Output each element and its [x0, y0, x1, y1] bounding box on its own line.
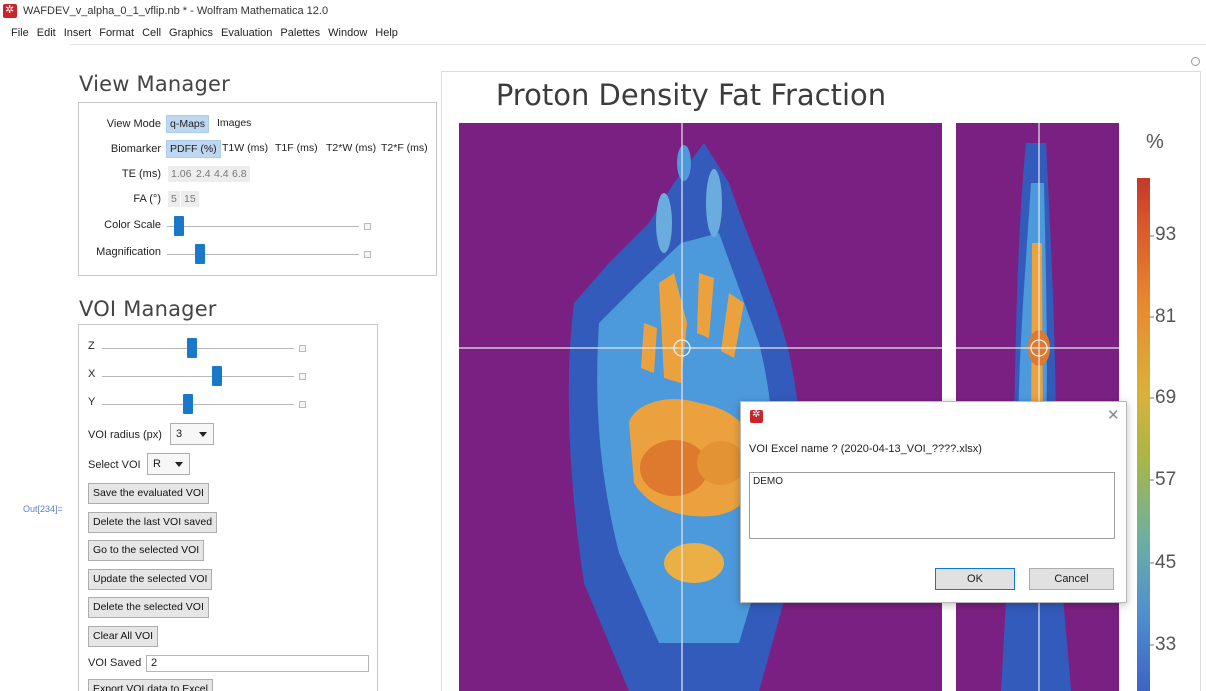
plot-title: Proton Density Fat Fraction — [495, 78, 887, 112]
output-cell-label: Out[234]= — [23, 504, 63, 514]
expand-icon[interactable] — [364, 223, 371, 230]
colorbar-tick-label: 57 — [1155, 469, 1177, 490]
color-scale-label: Color Scale — [104, 219, 161, 231]
biomarker-t1w-button[interactable]: T1W (ms) — [219, 140, 271, 156]
mathematica-app-icon — [3, 3, 17, 18]
update-voi-button[interactable]: Update the selected VOI — [88, 569, 213, 590]
chevron-down-icon — [199, 432, 207, 437]
colorbar-tick-label: 45 — [1155, 552, 1177, 573]
colorbar-tick-label: 93 — [1155, 224, 1177, 245]
color-scale-slider[interactable] — [167, 226, 359, 227]
voi-manager-heading: VOI Manager — [79, 297, 217, 321]
te-option[interactable]: 1.06 — [168, 166, 195, 182]
dialog-prompt: VOI Excel name ? (2020-04-13_VOI_????.xl… — [749, 443, 982, 455]
fa-option[interactable]: 5 — [168, 191, 180, 207]
voi-radius-dropdown[interactable]: 3 — [170, 423, 214, 445]
divider — [70, 44, 1206, 45]
select-voi-label: Select VOI — [88, 459, 141, 471]
view-mode-label: View Mode — [106, 118, 161, 130]
mathematica-app-icon — [750, 409, 763, 423]
cancel-button[interactable]: Cancel — [1029, 568, 1114, 590]
colorbar-tick-label: 33 — [1155, 634, 1177, 655]
select-voi-dropdown[interactable]: R — [147, 453, 190, 475]
menu-palettes[interactable]: Palettes — [280, 27, 320, 39]
z-label: Z — [88, 340, 95, 352]
colorbar — [1137, 178, 1154, 691]
view-manager-heading: View Manager — [79, 72, 230, 96]
y-slider-thumb[interactable] — [183, 394, 194, 414]
colorbar-unit-label: % — [1146, 131, 1164, 153]
excel-name-input[interactable]: DEMO — [749, 472, 1115, 539]
voi-saved-label: VOI Saved — [88, 657, 142, 669]
voi-radius-value: 3 — [176, 428, 183, 440]
magnification-label: Magnification — [96, 246, 161, 258]
menu-help[interactable]: Help — [375, 27, 398, 39]
x-slider[interactable] — [102, 376, 294, 377]
chevron-down-icon — [175, 462, 183, 467]
colorbar-tick-label: 69 — [1155, 387, 1177, 408]
y-label: Y — [88, 396, 96, 408]
expand-icon[interactable] — [299, 401, 306, 408]
title-bar: WAFDEV_v_alpha_0_1_vflip.nb * - Wolfram … — [0, 0, 1206, 21]
menu-bar: File Edit Insert Format Cell Graphics Ev… — [0, 23, 406, 43]
biomarker-t2f-button[interactable]: T2*F (ms) — [378, 140, 431, 156]
menu-format[interactable]: Format — [99, 27, 134, 39]
delete-last-voi-button[interactable]: Delete the last VOI saved — [88, 512, 218, 533]
menu-cell[interactable]: Cell — [142, 27, 161, 39]
voi-excel-name-dialog: ✕ VOI Excel name ? (2020-04-13_VOI_????.… — [740, 401, 1127, 603]
te-label: TE (ms) — [121, 168, 161, 180]
window-title: WAFDEV_v_alpha_0_1_vflip.nb * - Wolfram … — [23, 4, 329, 17]
close-icon[interactable]: ✕ — [1107, 406, 1120, 424]
biomarker-t1f-button[interactable]: T1F (ms) — [272, 140, 321, 156]
menu-window[interactable]: Window — [328, 27, 367, 39]
fa-label: FA (°) — [133, 193, 161, 205]
delete-selected-voi-button[interactable]: Delete the selected VOI — [88, 597, 209, 618]
z-slider[interactable] — [102, 348, 294, 349]
y-slider[interactable] — [102, 404, 294, 405]
expand-icon[interactable] — [299, 345, 306, 352]
view-mode-images-button[interactable]: Images — [214, 115, 254, 131]
voi-radius-label: VOI radius (px) — [88, 429, 162, 441]
expand-icon[interactable] — [364, 251, 371, 258]
save-voi-button[interactable]: Save the evaluated VOI — [88, 483, 209, 504]
menu-insert[interactable]: Insert — [64, 27, 92, 39]
x-label: X — [88, 368, 96, 380]
cell-options-icon[interactable] — [1191, 57, 1200, 66]
expand-icon[interactable] — [299, 373, 306, 380]
view-mode-qmaps-button[interactable]: q-Maps — [166, 115, 210, 133]
menu-edit[interactable]: Edit — [37, 27, 56, 39]
voi-manager-panel: Z X Y VOI radius (px) 3 Select VOI R Sav… — [78, 324, 378, 691]
z-slider-thumb[interactable] — [187, 338, 198, 358]
menu-file[interactable]: File — [11, 27, 29, 39]
clear-all-voi-button[interactable]: Clear All VOI — [88, 626, 159, 647]
magnification-slider-thumb[interactable] — [194, 244, 205, 264]
fa-option[interactable]: 15 — [181, 191, 199, 207]
export-voi-button[interactable]: Export VOI data to Excel — [88, 679, 213, 691]
menu-evaluation[interactable]: Evaluation — [221, 27, 272, 39]
ok-button[interactable]: OK — [935, 568, 1015, 590]
menu-graphics[interactable]: Graphics — [169, 27, 213, 39]
biomarker-label: Biomarker — [110, 143, 161, 155]
x-slider-thumb[interactable] — [212, 366, 223, 386]
view-manager-panel: View Mode q-Maps Images Biomarker PDFF (… — [78, 102, 437, 276]
color-scale-slider-thumb[interactable] — [173, 216, 184, 236]
goto-voi-button[interactable]: Go to the selected VOI — [88, 540, 205, 561]
biomarker-t2w-button[interactable]: T2*W (ms) — [323, 140, 379, 156]
te-option[interactable]: 6.8 — [229, 166, 250, 182]
select-voi-value: R — [153, 458, 161, 470]
colorbar-tick-label: 81 — [1155, 306, 1177, 327]
voi-saved-field[interactable]: 2 — [146, 655, 369, 672]
biomarker-pdff-button[interactable]: PDFF (%) — [166, 140, 221, 158]
